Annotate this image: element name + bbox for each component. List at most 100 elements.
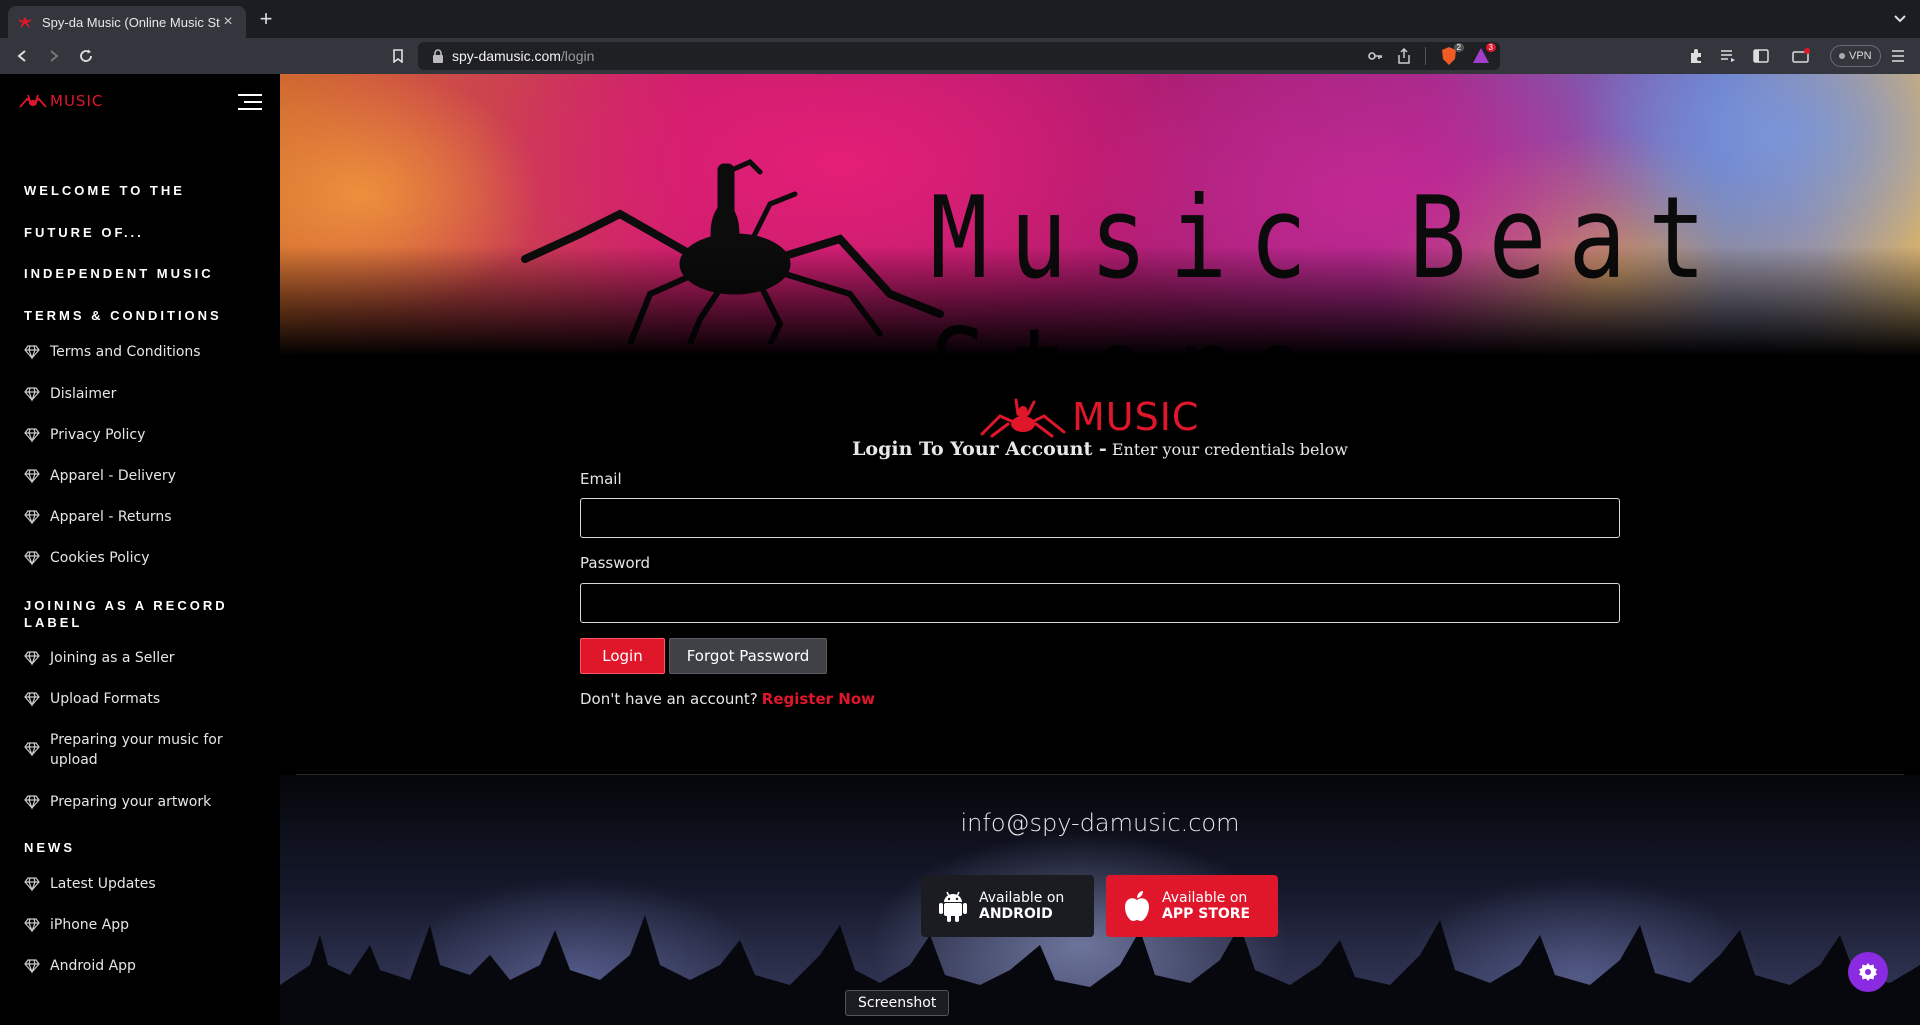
sidebar-item-label: Preparing your artwork (50, 794, 212, 810)
login-heading-title: Login To Your Account - (852, 438, 1107, 460)
sidebar-item-upload-formats[interactable]: Upload Formats (24, 689, 254, 709)
close-tab-icon[interactable]: × (220, 14, 236, 30)
sidebar-item-privacy[interactable]: Privacy Policy (24, 425, 254, 445)
android-line1: Available on (979, 890, 1065, 906)
brave-rewards-icon[interactable]: 3 (1472, 43, 1496, 66)
sidebar-item-terms[interactable]: Terms and Conditions (24, 342, 254, 362)
sidebar-section-welcome: WELCOME TO THE (24, 183, 185, 198)
sidebar-item-label: Joining as a Seller (50, 650, 175, 666)
vpn-label: VPN (1849, 50, 1872, 62)
apple-line2: APP STORE (1162, 906, 1251, 922)
android-store-button[interactable]: Available on ANDROID (921, 875, 1094, 937)
diamond-icon (24, 742, 40, 757)
vpn-status-dot (1839, 53, 1845, 59)
sidebar-item-label: iPhone App (50, 917, 130, 933)
rewards-count-badge: 3 (1485, 43, 1496, 52)
new-tab-icon[interactable]: + (256, 8, 276, 30)
sidebar-toggle-icon[interactable] (1751, 46, 1771, 66)
email-field[interactable] (580, 498, 1620, 538)
android-icon (939, 891, 967, 922)
sidebar-item-preparing-artwork[interactable]: Preparing your artwork (24, 792, 254, 812)
email-label: Email (580, 470, 622, 488)
diamond-icon (24, 918, 40, 933)
hero-fade (280, 246, 1920, 356)
spider-logo-icon (19, 94, 47, 108)
vpn-button[interactable]: VPN (1830, 45, 1881, 67)
sidebar-item-latest-updates[interactable]: Latest Updates (24, 874, 254, 894)
forward-icon[interactable] (44, 46, 64, 66)
diamond-icon (24, 651, 40, 666)
app-store-button[interactable]: Available on APP STORE (1106, 875, 1278, 937)
sidebar-item-label: Apparel - Returns (50, 509, 172, 525)
sidebar-item-label: Terms and Conditions (50, 344, 201, 360)
forgot-password-button[interactable]: Forgot Password (669, 638, 827, 674)
url-divider (1425, 47, 1426, 65)
no-account-text: Don't have an account? (580, 690, 758, 708)
sidebar-item-joining-seller[interactable]: Joining as a Seller (24, 648, 254, 668)
settings-button[interactable] (1848, 952, 1888, 992)
sidebar-item-label: Latest Updates (50, 876, 156, 892)
diamond-icon (24, 428, 40, 443)
sidebar-item-label: Upload Formats (50, 691, 161, 707)
diamond-icon (24, 795, 40, 810)
diamond-icon (24, 877, 40, 892)
bookmark-icon[interactable] (388, 46, 408, 66)
sidebar-section-terms: TERMS & CONDITIONS (24, 308, 222, 323)
password-field[interactable] (580, 583, 1620, 623)
android-line2: ANDROID (979, 906, 1053, 922)
login-heading: Login To Your Account - Enter your crede… (580, 438, 1620, 460)
url-host: spy-damusic.com (452, 48, 561, 64)
menu-icon[interactable] (1888, 46, 1908, 66)
sidebar-item-label: Preparing your music for upload (50, 732, 223, 768)
sidebar-section-news: NEWS (24, 840, 75, 855)
register-prompt: Don't have an account? Register Now (580, 690, 875, 708)
brave-shield-icon[interactable]: 2 (1440, 43, 1464, 66)
sidebar-item-label: Cookies Policy (50, 550, 150, 566)
shield-count-badge: 2 (1453, 43, 1464, 52)
sidebar-item-preparing-music[interactable]: Preparing your music for upload (24, 730, 254, 770)
sidebar-section-record-label: JOINING AS A RECORD LABEL (24, 598, 228, 630)
sidebar-item-cookies[interactable]: Cookies Policy (24, 548, 254, 568)
contact-email[interactable]: info@spy-damusic.com (280, 809, 1920, 837)
sidebar-item-label: Apparel - Delivery (50, 468, 176, 484)
sidebar-logo-text: MUSIC (50, 92, 104, 110)
share-icon[interactable] (1397, 48, 1411, 64)
chevron-down-icon[interactable] (1892, 10, 1908, 26)
diamond-icon (24, 469, 40, 484)
sidebar-item-apparel-returns[interactable]: Apparel - Returns (24, 507, 254, 527)
back-icon[interactable] (12, 46, 32, 66)
sidebar-logo[interactable]: MUSIC (18, 92, 103, 110)
screenshot-tooltip: Screenshot (845, 990, 950, 1016)
apple-line1: Available on (1162, 890, 1248, 906)
login-logo-text: MUSIC (1072, 395, 1200, 439)
footer: info@spy-damusic.com Available on ANDROID… (280, 775, 1920, 1025)
diamond-icon (24, 959, 40, 974)
wallet-icon[interactable] (1791, 46, 1811, 66)
sidebar-item-android-app[interactable]: Android App (24, 956, 254, 976)
playlist-icon[interactable] (1718, 46, 1738, 66)
tab-title: Spy-da Music (Online Music Str (42, 14, 220, 30)
login-heading-subtitle: Enter your credentials below (1111, 440, 1348, 459)
crowd-silhouette-image (280, 915, 1920, 1025)
diamond-icon (24, 551, 40, 566)
gear-icon (1859, 963, 1877, 981)
browser-tabbar: Spy-da Music (Online Music Str × + (0, 0, 1920, 38)
sidebar-item-iphone-app[interactable]: iPhone App (24, 915, 254, 935)
sidebar-item-label: Dislaimer (50, 386, 117, 402)
sidebar-section-future: FUTURE OF... (24, 225, 144, 240)
login-button[interactable]: Login (580, 638, 665, 674)
register-now-link[interactable]: Register Now (762, 690, 875, 708)
hamburger-icon[interactable] (236, 92, 264, 112)
sidebar-item-apparel-delivery[interactable]: Apparel - Delivery (24, 466, 254, 486)
sidebar-section-independent: INDEPENDENT MUSIC (24, 266, 214, 281)
sidebar: MUSIC WELCOME TO THE FUTURE OF... INDEPE… (0, 74, 280, 1025)
reload-icon[interactable] (76, 46, 96, 66)
address-bar[interactable]: spy-damusic.com/login 2 3 (418, 42, 1500, 70)
key-icon[interactable] (1367, 49, 1383, 63)
browser-tab[interactable]: Spy-da Music (Online Music Str × (8, 6, 246, 38)
sidebar-item-disclaimer[interactable]: Dislaimer (24, 384, 254, 404)
extensions-icon[interactable] (1686, 46, 1706, 66)
lock-icon (433, 49, 443, 63)
diamond-icon (24, 692, 40, 707)
hero-banner: Music Beat Store (280, 74, 1920, 356)
